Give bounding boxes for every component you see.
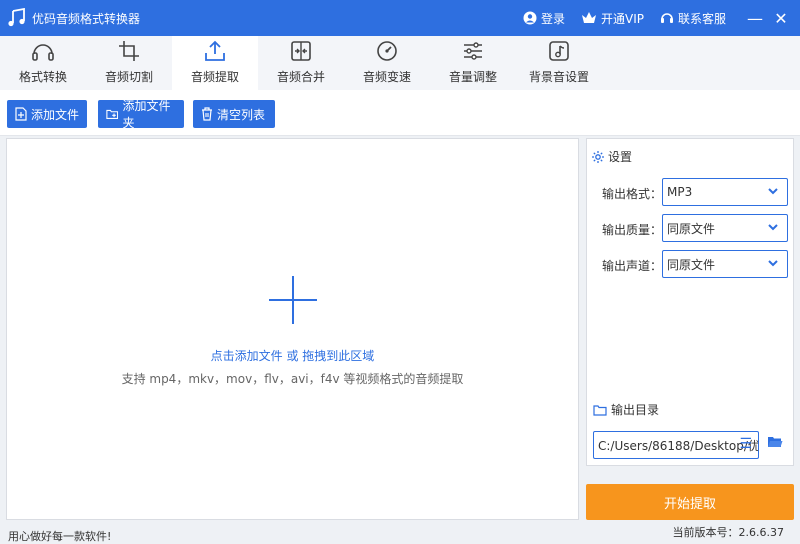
- output-dir-label: 输出目录: [611, 403, 660, 417]
- vip-button[interactable]: 开通VIP: [581, 10, 644, 27]
- tab-audio-cut[interactable]: 音频切割: [86, 36, 172, 90]
- app-logo-icon: [6, 7, 28, 29]
- login-button[interactable]: 登录: [523, 10, 565, 27]
- tab-label: 音频变速: [362, 70, 411, 84]
- tab-audio-merge[interactable]: 音频合并: [258, 36, 344, 90]
- chevron-down-icon: [768, 260, 778, 267]
- clear-list-button[interactable]: 清空列表: [193, 100, 275, 128]
- channel-label: 输出声道：: [602, 259, 663, 273]
- support-label: 联系客服: [677, 11, 726, 26]
- headphones-icon: [32, 44, 54, 61]
- open-folder-icon: [768, 437, 783, 447]
- tab-volume-adjust[interactable]: 音量调整: [430, 36, 516, 90]
- vip-crown-icon: [581, 12, 596, 23]
- tab-label: 音频切割: [104, 70, 153, 84]
- tab-label: 格式转换: [18, 70, 67, 84]
- action-toolbar: 添加文件 添加文件夹 清空列表: [0, 90, 800, 136]
- tab-label: 音频合并: [276, 70, 325, 84]
- vip-label: 开通VIP: [600, 11, 644, 26]
- add-folder-button[interactable]: 添加文件夹: [98, 99, 184, 130]
- tab-label: 音频提取: [190, 70, 239, 84]
- trash-icon: [202, 107, 212, 121]
- crop-icon: [119, 41, 139, 61]
- output-format-select[interactable]: MP3: [662, 178, 788, 206]
- function-tabs: 格式转换 音频切割 音频提取 音频合并 音频变速 音量调整 背景音设置: [0, 36, 800, 90]
- tab-label: 音量调整: [448, 70, 497, 84]
- chevron-down-icon: [768, 188, 778, 195]
- tab-label: 背景音设置: [528, 70, 589, 84]
- support-button[interactable]: 联系客服: [660, 10, 726, 27]
- supported-formats-text: 支持 mp4，mkv，mov，flv，avi，f4v 等视频格式的音频提取: [121, 372, 464, 386]
- tab-audio-speed[interactable]: 音频变速: [344, 36, 430, 90]
- quality-label: 输出质量：: [602, 223, 663, 237]
- add-folder-label: 添加文件夹: [122, 99, 171, 130]
- browse-folder-button[interactable]: [767, 435, 783, 452]
- output-dir-value: C:/Users/86188/Desktop/优: [598, 438, 759, 453]
- gear-icon: [592, 150, 604, 163]
- add-file-icon: [15, 107, 27, 121]
- output-channel-value: 同原文件: [667, 257, 716, 272]
- app-title: 优码音频格式转换器: [32, 11, 141, 26]
- folder-icon: [593, 404, 607, 416]
- output-quality-select[interactable]: 同原文件: [662, 214, 788, 242]
- add-plus-icon[interactable]: [269, 276, 317, 324]
- output-format-value: MP3: [667, 185, 693, 199]
- clear-list-label: 清空列表: [217, 107, 266, 122]
- path-menu-icon[interactable]: ☰: [739, 436, 752, 452]
- login-label: 登录: [540, 11, 565, 26]
- sliders-icon: [464, 42, 482, 60]
- title-bar: 优码音频格式转换器 登录 开通VIP 联系客服 — ✕: [0, 0, 800, 36]
- output-dir-field[interactable]: C:/Users/86188/Desktop/优 ☰: [593, 431, 759, 459]
- user-icon: [523, 11, 537, 25]
- format-label: 输出格式：: [602, 187, 663, 201]
- file-drop-zone[interactable]: 点击添加文件 或 拖拽到此区域 支持 mp4，mkv，mov，flv，avi，f…: [6, 138, 579, 520]
- minimize-button[interactable]: —: [742, 0, 768, 36]
- tab-background-music[interactable]: 背景音设置: [516, 36, 602, 90]
- tab-format-convert[interactable]: 格式转换: [0, 36, 86, 90]
- merge-icon: [291, 41, 311, 61]
- settings-title: 设置: [608, 150, 633, 164]
- upload-icon: [205, 40, 225, 61]
- settings-panel: 设置 输出格式： MP3 输出质量： 同原文件 输出声道： 同原文件 输出目录 …: [586, 138, 794, 466]
- chevron-down-icon: [768, 224, 778, 231]
- speed-dial-icon: [377, 41, 397, 61]
- add-folder-icon: [106, 109, 119, 119]
- music-note-icon: [549, 41, 569, 61]
- output-channel-select[interactable]: 同原文件: [662, 250, 788, 278]
- settings-header: 设置: [591, 148, 632, 165]
- version-text: 当前版本号：2.6.6.37: [672, 526, 784, 539]
- headset-icon: [660, 13, 673, 23]
- add-file-button[interactable]: 添加文件: [7, 100, 87, 128]
- add-file-label: 添加文件: [31, 107, 80, 122]
- close-button[interactable]: ✕: [768, 0, 794, 36]
- output-quality-value: 同原文件: [667, 221, 716, 236]
- tab-audio-extract[interactable]: 音频提取: [172, 36, 258, 90]
- start-extract-button[interactable]: 开始提取: [586, 484, 794, 520]
- footer-slogan: 用心做好每一款软件!: [8, 530, 112, 543]
- drop-hint-text[interactable]: 点击添加文件 或 拖拽到此区域: [7, 347, 578, 364]
- output-dir-header: 输出目录: [593, 401, 659, 418]
